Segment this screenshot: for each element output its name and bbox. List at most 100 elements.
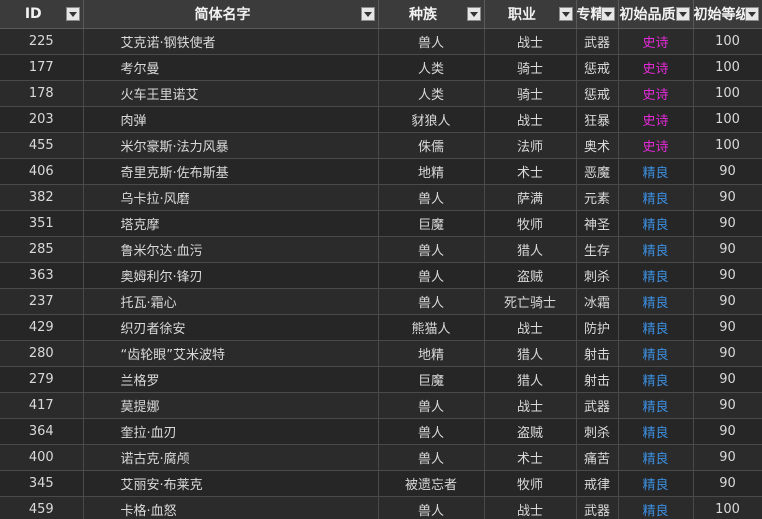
cell-quality[interactable]: 精良 bbox=[618, 184, 694, 211]
cell-race[interactable]: 豺狼人 bbox=[378, 106, 485, 133]
cell-class[interactable]: 战士 bbox=[484, 392, 577, 419]
cell-spec[interactable]: 武器 bbox=[576, 28, 619, 55]
cell-id[interactable]: 417 bbox=[0, 392, 84, 419]
cell-id[interactable]: 351 bbox=[0, 210, 84, 237]
cell-level[interactable]: 90 bbox=[693, 210, 762, 237]
cell-level[interactable]: 100 bbox=[693, 496, 762, 519]
cell-quality[interactable]: 精良 bbox=[618, 392, 694, 419]
cell-level[interactable]: 90 bbox=[693, 314, 762, 341]
cell-id[interactable]: 406 bbox=[0, 158, 84, 185]
cell-id[interactable]: 178 bbox=[0, 80, 84, 107]
cell-quality[interactable]: 史诗 bbox=[618, 132, 694, 159]
cell-id[interactable]: 400 bbox=[0, 444, 84, 471]
cell-race[interactable]: 兽人 bbox=[378, 418, 485, 445]
cell-race[interactable]: 人类 bbox=[378, 54, 485, 81]
cell-spec[interactable]: 神圣 bbox=[576, 210, 619, 237]
filter-dropdown-button[interactable] bbox=[558, 7, 573, 21]
cell-spec[interactable]: 冰霜 bbox=[576, 288, 619, 315]
cell-quality[interactable]: 精良 bbox=[618, 444, 694, 471]
cell-name[interactable]: 奥姆利尔·锋刃 bbox=[83, 262, 379, 289]
cell-level[interactable]: 90 bbox=[693, 340, 762, 367]
cell-name[interactable]: 考尔曼 bbox=[83, 54, 379, 81]
cell-name[interactable]: 火车王里诺艾 bbox=[83, 80, 379, 107]
cell-level[interactable]: 90 bbox=[693, 392, 762, 419]
cell-quality[interactable]: 史诗 bbox=[618, 28, 694, 55]
cell-name[interactable]: 卡格·血怒 bbox=[83, 496, 379, 519]
cell-class[interactable]: 战士 bbox=[484, 106, 577, 133]
cell-name[interactable]: 兰格罗 bbox=[83, 366, 379, 393]
cell-level[interactable]: 90 bbox=[693, 236, 762, 263]
cell-class[interactable]: 猎人 bbox=[484, 366, 577, 393]
cell-race[interactable]: 巨魔 bbox=[378, 210, 485, 237]
cell-class[interactable]: 战士 bbox=[484, 314, 577, 341]
cell-quality[interactable]: 精良 bbox=[618, 288, 694, 315]
cell-race[interactable]: 兽人 bbox=[378, 444, 485, 471]
cell-level[interactable]: 100 bbox=[693, 132, 762, 159]
cell-quality[interactable]: 精良 bbox=[618, 262, 694, 289]
cell-quality[interactable]: 精良 bbox=[618, 470, 694, 497]
cell-class[interactable]: 牧师 bbox=[484, 470, 577, 497]
cell-quality[interactable]: 精良 bbox=[618, 496, 694, 519]
cell-level[interactable]: 90 bbox=[693, 444, 762, 471]
cell-quality[interactable]: 精良 bbox=[618, 340, 694, 367]
cell-quality[interactable]: 精良 bbox=[618, 158, 694, 185]
cell-spec[interactable]: 奥术 bbox=[576, 132, 619, 159]
filter-dropdown-button[interactable] bbox=[360, 7, 375, 21]
cell-name[interactable]: 托瓦·霜心 bbox=[83, 288, 379, 315]
cell-name[interactable]: 鲁米尔达·血污 bbox=[83, 236, 379, 263]
cell-level[interactable]: 90 bbox=[693, 184, 762, 211]
cell-name[interactable]: 奇里克斯·佐布斯基 bbox=[83, 158, 379, 185]
cell-class[interactable]: 战士 bbox=[484, 28, 577, 55]
cell-name[interactable]: 织刃者徐安 bbox=[83, 314, 379, 341]
cell-name[interactable]: 莫提娜 bbox=[83, 392, 379, 419]
filter-dropdown-button[interactable] bbox=[466, 7, 481, 21]
cell-race[interactable]: 兽人 bbox=[378, 496, 485, 519]
cell-id[interactable]: 280 bbox=[0, 340, 84, 367]
cell-spec[interactable]: 元素 bbox=[576, 184, 619, 211]
cell-spec[interactable]: 刺杀 bbox=[576, 262, 619, 289]
cell-level[interactable]: 90 bbox=[693, 470, 762, 497]
cell-race[interactable]: 兽人 bbox=[378, 236, 485, 263]
cell-class[interactable]: 猎人 bbox=[484, 236, 577, 263]
cell-race[interactable]: 地精 bbox=[378, 158, 485, 185]
cell-level[interactable]: 90 bbox=[693, 366, 762, 393]
cell-spec[interactable]: 射击 bbox=[576, 366, 619, 393]
cell-race[interactable]: 熊猫人 bbox=[378, 314, 485, 341]
cell-quality[interactable]: 精良 bbox=[618, 366, 694, 393]
cell-spec[interactable]: 惩戒 bbox=[576, 54, 619, 81]
cell-class[interactable]: 战士 bbox=[484, 496, 577, 519]
filter-dropdown-button[interactable] bbox=[65, 7, 80, 21]
cell-class[interactable]: 猎人 bbox=[484, 340, 577, 367]
cell-race[interactable]: 兽人 bbox=[378, 288, 485, 315]
cell-class[interactable]: 法师 bbox=[484, 132, 577, 159]
cell-id[interactable]: 429 bbox=[0, 314, 84, 341]
cell-level[interactable]: 100 bbox=[693, 28, 762, 55]
cell-spec[interactable]: 刺杀 bbox=[576, 418, 619, 445]
cell-spec[interactable]: 戒律 bbox=[576, 470, 619, 497]
cell-id[interactable]: 459 bbox=[0, 496, 84, 519]
cell-race[interactable]: 巨魔 bbox=[378, 366, 485, 393]
cell-name[interactable]: 乌卡拉·风磨 bbox=[83, 184, 379, 211]
cell-level[interactable]: 90 bbox=[693, 418, 762, 445]
cell-name[interactable]: 艾丽安·布莱克 bbox=[83, 470, 379, 497]
cell-class[interactable]: 牧师 bbox=[484, 210, 577, 237]
cell-name[interactable]: 肉弹 bbox=[83, 106, 379, 133]
cell-spec[interactable]: 狂暴 bbox=[576, 106, 619, 133]
cell-quality[interactable]: 史诗 bbox=[618, 106, 694, 133]
cell-class[interactable]: 萨满 bbox=[484, 184, 577, 211]
cell-race[interactable]: 被遗忘者 bbox=[378, 470, 485, 497]
cell-level[interactable]: 100 bbox=[693, 54, 762, 81]
cell-level[interactable]: 100 bbox=[693, 106, 762, 133]
cell-spec[interactable]: 惩戒 bbox=[576, 80, 619, 107]
cell-class[interactable]: 盗贼 bbox=[484, 418, 577, 445]
cell-id[interactable]: 455 bbox=[0, 132, 84, 159]
cell-race[interactable]: 兽人 bbox=[378, 184, 485, 211]
cell-spec[interactable]: 恶魔 bbox=[576, 158, 619, 185]
cell-race[interactable]: 兽人 bbox=[378, 392, 485, 419]
cell-race[interactable]: 兽人 bbox=[378, 28, 485, 55]
cell-race[interactable]: 侏儒 bbox=[378, 132, 485, 159]
cell-race[interactable]: 地精 bbox=[378, 340, 485, 367]
cell-level[interactable]: 100 bbox=[693, 80, 762, 107]
cell-name[interactable]: 塔克摩 bbox=[83, 210, 379, 237]
cell-name[interactable]: 诺古克·腐颅 bbox=[83, 444, 379, 471]
